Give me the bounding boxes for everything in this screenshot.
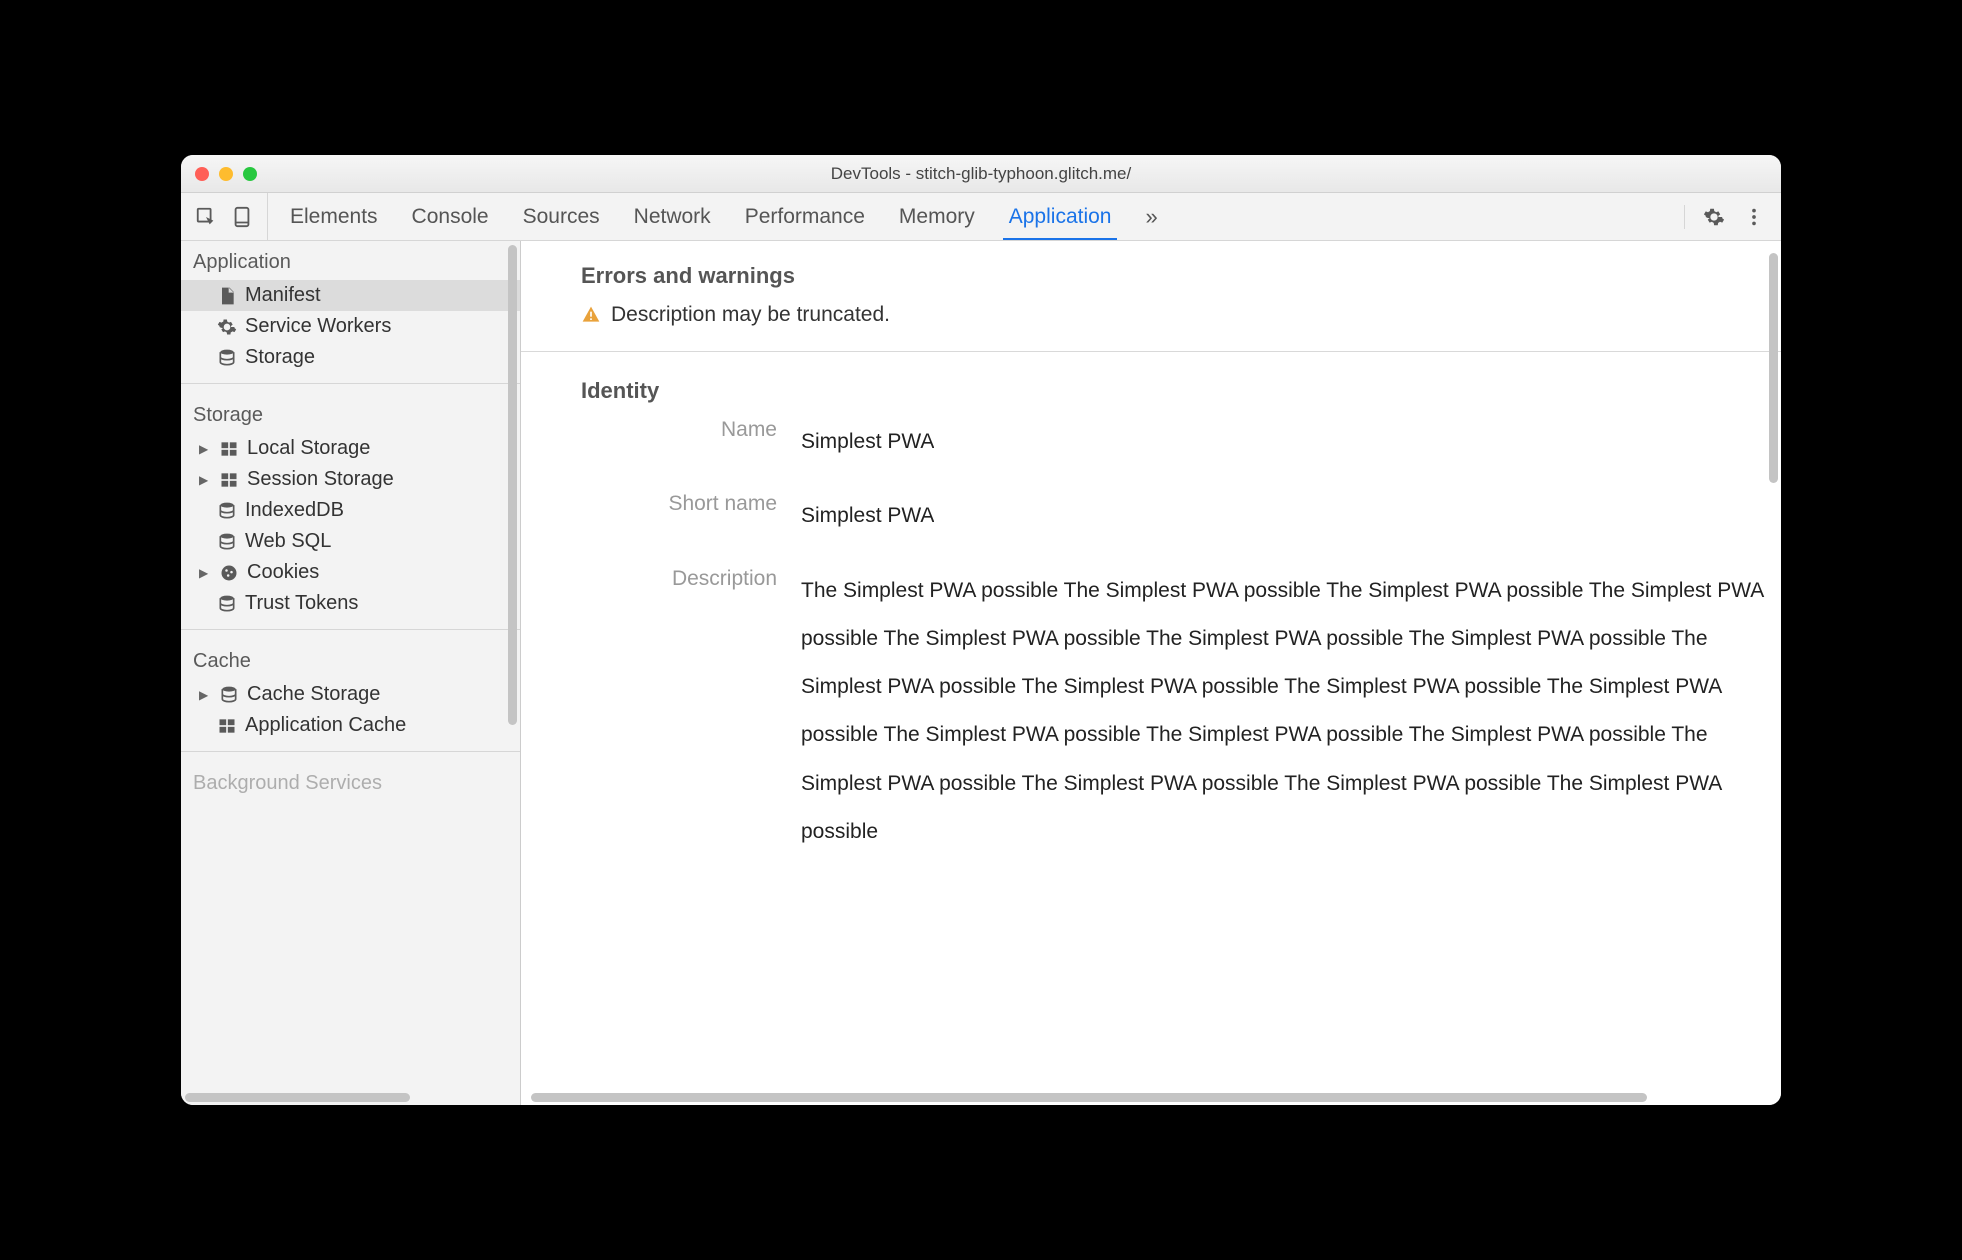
identity-description-label: Description — [581, 567, 801, 591]
tab-memory[interactable]: Memory — [899, 193, 975, 240]
tab-network[interactable]: Network — [634, 193, 711, 240]
toolbar-divider — [1684, 205, 1685, 229]
sidebar-item-label: IndexedDB — [245, 499, 344, 522]
sidebar-item-cookies[interactable]: ▶ Cookies — [181, 557, 520, 588]
traffic-lights — [181, 167, 257, 181]
identity-name-value: Simplest PWA — [801, 418, 934, 466]
warning-text: Description may be truncated. — [611, 303, 890, 327]
sidebar-item-manifest[interactable]: Manifest — [181, 280, 520, 311]
main-horizontal-scrollbar[interactable] — [521, 1089, 1781, 1105]
sidebar-item-local-storage[interactable]: ▶ Local Storage — [181, 433, 520, 464]
tab-application[interactable]: Application — [1009, 193, 1112, 240]
sidebar-item-session-storage[interactable]: ▶ Session Storage — [181, 464, 520, 495]
titlebar: DevTools - stitch-glib-typhoon.glitch.me… — [181, 155, 1781, 193]
main-vertical-scrollbar[interactable] — [1769, 253, 1778, 483]
warning-icon — [581, 305, 601, 325]
settings-icon[interactable] — [1703, 206, 1725, 228]
sidebar-item-web-sql[interactable]: Web SQL — [181, 526, 520, 557]
sidebar-item-label: Local Storage — [247, 437, 370, 460]
chevron-right-icon[interactable]: ▶ — [199, 473, 211, 487]
identity-short-name-value: Simplest PWA — [801, 492, 934, 540]
identity-name-row: Name Simplest PWA — [581, 418, 1781, 466]
chevron-right-icon[interactable]: ▶ — [199, 442, 211, 456]
toolbar: Elements Console Sources Network Perform… — [181, 193, 1781, 241]
sidebar-group-background-services: Background Services — [181, 762, 520, 801]
device-toggle-icon[interactable] — [231, 206, 253, 228]
sidebar-item-label: Cookies — [247, 561, 319, 584]
devtools-window: DevTools - stitch-glib-typhoon.glitch.me… — [181, 155, 1781, 1105]
identity-short-name-label: Short name — [581, 492, 801, 516]
sidebar-item-trust-tokens[interactable]: Trust Tokens — [181, 588, 520, 619]
sidebar-divider — [181, 383, 520, 384]
chevron-right-icon[interactable]: ▶ — [199, 688, 211, 702]
sidebar-item-label: Cache Storage — [247, 683, 380, 706]
sidebar-item-indexeddb[interactable]: IndexedDB — [181, 495, 520, 526]
sidebar-item-label: Trust Tokens — [245, 592, 358, 615]
sidebar-item-label: Service Workers — [245, 315, 391, 338]
sidebar-group-application: Application — [181, 241, 520, 280]
close-window-button[interactable] — [195, 167, 209, 181]
sidebar-item-service-workers[interactable]: Service Workers — [181, 311, 520, 342]
identity-short-name-row: Short name Simplest PWA — [581, 492, 1781, 540]
devtools-tabs: Elements Console Sources Network Perform… — [268, 193, 1668, 240]
sidebar-divider — [181, 629, 520, 630]
sidebar-item-label: Manifest — [245, 284, 321, 307]
sidebar-item-label: Storage — [245, 346, 315, 369]
sidebar-item-label: Application Cache — [245, 714, 406, 737]
sidebar-item-cache-storage[interactable]: ▶ Cache Storage — [181, 679, 520, 710]
warning-row: Description may be truncated. — [581, 303, 1781, 327]
sidebar-item-label: Web SQL — [245, 530, 331, 553]
kebab-menu-icon[interactable] — [1743, 206, 1765, 228]
inspect-icon[interactable] — [195, 206, 217, 228]
tab-console[interactable]: Console — [412, 193, 489, 240]
sidebar-vertical-scrollbar[interactable] — [508, 245, 517, 725]
sidebar-group-cache: Cache — [181, 640, 520, 679]
identity-description-value: The Simplest PWA possible The Simplest P… — [801, 567, 1781, 857]
main-panel: Errors and warnings Description may be t… — [521, 241, 1781, 1105]
identity-description-row: Description The Simplest PWA possible Th… — [581, 567, 1781, 857]
tab-sources[interactable]: Sources — [523, 193, 600, 240]
section-errors-warnings: Errors and warnings — [581, 263, 1781, 289]
chevron-right-icon[interactable]: ▶ — [199, 566, 211, 580]
window-title: DevTools - stitch-glib-typhoon.glitch.me… — [181, 164, 1781, 184]
identity-name-label: Name — [581, 418, 801, 442]
sidebar: Application Manifest Service Workers Sto… — [181, 241, 521, 1105]
more-tabs-icon[interactable]: » — [1145, 204, 1157, 230]
tab-elements[interactable]: Elements — [290, 193, 378, 240]
section-identity: Identity — [581, 378, 1781, 404]
minimize-window-button[interactable] — [219, 167, 233, 181]
sidebar-horizontal-scrollbar[interactable] — [181, 1089, 520, 1105]
sidebar-item-application-cache[interactable]: Application Cache — [181, 710, 520, 741]
sidebar-divider — [181, 751, 520, 752]
zoom-window-button[interactable] — [243, 167, 257, 181]
tab-performance[interactable]: Performance — [745, 193, 865, 240]
content: Application Manifest Service Workers Sto… — [181, 241, 1781, 1105]
sidebar-group-storage: Storage — [181, 394, 520, 433]
sidebar-item-storage[interactable]: Storage — [181, 342, 520, 373]
sidebar-item-label: Session Storage — [247, 468, 394, 491]
section-divider — [521, 351, 1781, 352]
